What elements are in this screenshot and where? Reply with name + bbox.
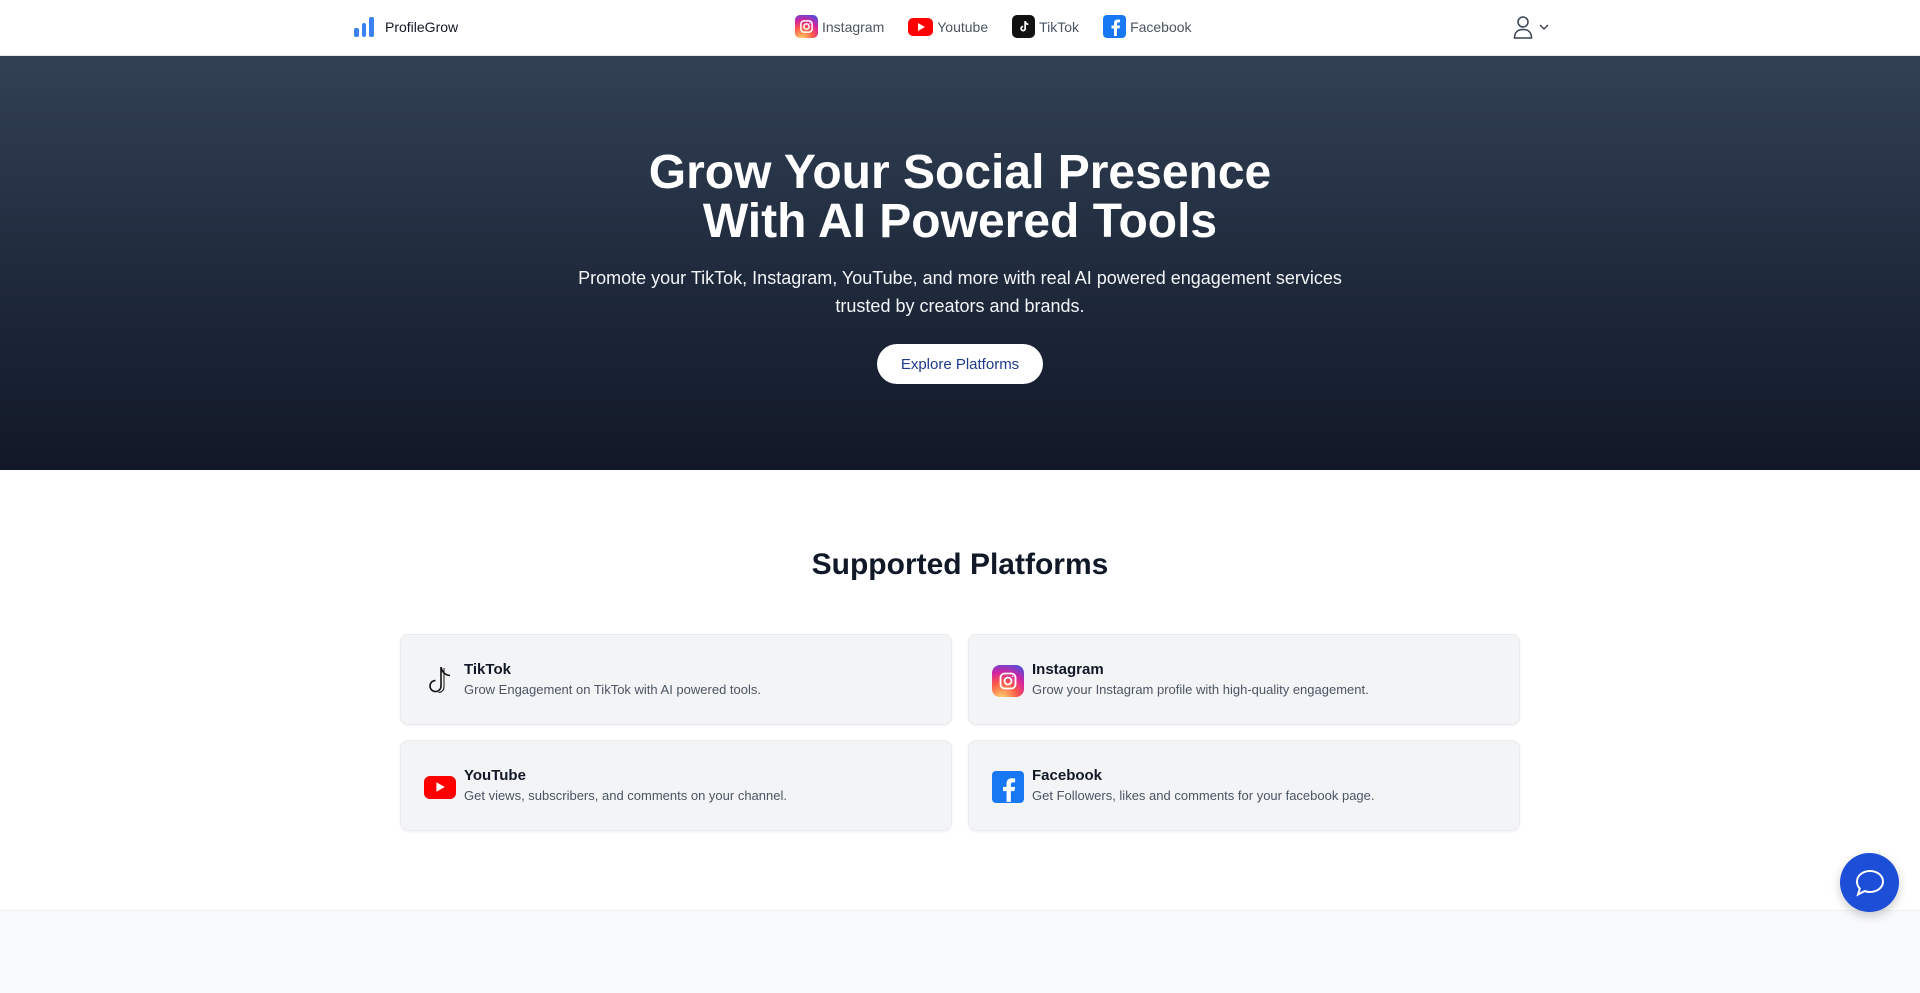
facebook-icon [992,771,1024,803]
tiktok-icon [1012,15,1036,38]
card-title: Facebook [1032,767,1103,784]
brand-name: ProfileGrow [385,19,459,35]
card-description: Get views, subscribers, and comments on … [464,788,787,803]
instagram-icon [795,15,818,38]
hero-subtitle: Promote your TikTok, Instagram, YouTube,… [578,268,1342,316]
platform-card-facebook[interactable]: Facebook Get Followers, likes and commen… [968,740,1520,831]
youtube-icon [424,771,456,803]
explore-platforms-button[interactable]: Explore Platforms [877,344,1043,384]
section-title: Supported Platforms [811,548,1109,581]
user-menu-button[interactable] [1513,15,1549,39]
platform-card-youtube[interactable]: YouTube Get views, subscribers, and comm… [400,740,952,831]
card-description: Grow Engagement on TikTok with AI powere… [464,682,761,697]
card-description: Get Followers, likes and comments for yo… [1032,788,1375,803]
chat-button[interactable] [1840,853,1899,912]
hero-title-line2: With AI Powered Tools [702,195,1218,248]
card-title: Instagram [1032,661,1104,678]
nav-item-tiktok[interactable]: TikTok [1012,15,1079,38]
nav-label-tiktok: TikTok [1039,18,1080,35]
platform-card-tiktok[interactable]: TikTok Grow Engagement on TikTok with AI… [400,634,952,725]
platform-card-instagram[interactable]: Instagram Grow your Instagram profile wi… [968,634,1520,725]
youtube-icon [908,17,934,36]
chat-icon [1855,869,1884,896]
card-title: YouTube [464,767,526,784]
nav-item-facebook[interactable]: Facebook [1103,15,1192,38]
tiktok-icon [424,665,456,697]
footer-band [0,910,1920,993]
chevron-down-icon [1539,24,1549,30]
bar-chart-logo-icon [354,17,375,37]
hero-title: Grow Your Social Presence With AI Powere… [0,148,1920,246]
site-header: ProfileGrow Instagram Youtube TikTok Fac… [0,0,1920,56]
main-nav: Instagram Youtube TikTok Facebook [795,15,1192,38]
nav-label-facebook: Facebook [1130,18,1192,35]
nav-item-instagram[interactable]: Instagram [795,15,884,38]
instagram-icon [992,665,1024,697]
card-title: TikTok [464,661,511,678]
brand-link[interactable]: ProfileGrow [354,17,458,37]
facebook-icon [1103,15,1127,38]
card-description: Grow your Instagram profile with high-qu… [1032,682,1369,697]
nav-label-instagram: Instagram [822,18,885,35]
nav-label-youtube: Youtube [937,18,989,35]
user-icon [1513,16,1533,39]
hero-section: Grow Your Social Presence With AI Powere… [0,56,1920,470]
hero-title-line1: Grow Your Social Presence [648,146,1272,199]
nav-item-youtube[interactable]: Youtube [908,17,989,36]
